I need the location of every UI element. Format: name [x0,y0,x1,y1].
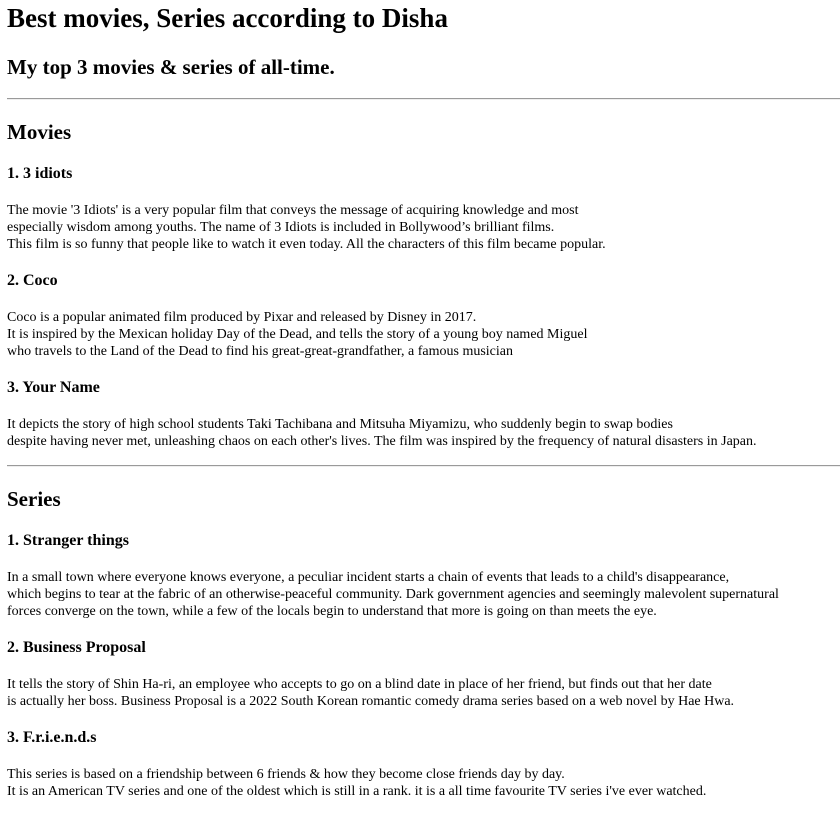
page-tagline: My top 3 movies & series of all-time. [7,55,335,79]
divider-middle [7,465,840,467]
text-line: who travels to the Land of the Dead to f… [7,344,513,359]
text-line: It depicts the story of high school stud… [7,417,673,432]
series-title-1: 1. Stranger things [7,532,129,549]
series-description-3: This series is based on a friendship bet… [7,766,706,800]
text-line: especially wisdom among youths. The name… [7,220,555,235]
movie-description-3: It depicts the story of high school stud… [7,416,757,450]
divider-top [7,98,840,100]
movies-heading: Movies [7,120,72,144]
series-description-1: In a small town where everyone knows eve… [7,569,779,620]
text-line: forces converge on the town, while a few… [7,604,657,619]
text-line: is actually her boss. Business Proposal … [7,694,735,709]
series-title-3: 3. F.r.i.e.n.d.s [7,729,97,746]
movie-title-2: 2. Coco [7,272,58,289]
text-line: It is inspired by the Mexican holiday Da… [7,327,588,342]
text-line: It is an American TV series and one of t… [7,784,707,799]
movie-title-3: 3. Your Name [7,379,100,396]
movie-description-1: The movie '3 Idiots' is a very popular f… [7,202,606,253]
series-description-2: It tells the story of Shin Ha-ri, an emp… [7,676,734,710]
series-heading: Series [7,487,61,511]
page-title: Best movies, Series according to Disha [7,3,448,33]
text-line: This film is so funny that people like t… [7,237,606,252]
text-line: Coco is a popular animated film produced… [7,310,477,325]
text-line: This series is based on a friendship bet… [7,767,565,782]
series-title-2: 2. Business Proposal [7,639,146,656]
movie-description-2: Coco is a popular animated film produced… [7,309,587,360]
text-line: The movie '3 Idiots' is a very popular f… [7,203,579,218]
text-line: It tells the story of Shin Ha-ri, an emp… [7,677,712,692]
text-line: In a small town where everyone knows eve… [7,570,730,585]
text-line: which begins to tear at the fabric of an… [7,587,779,602]
text-line: despite having never met, unleashing cha… [7,434,757,449]
movie-title-1: 1. 3 idiots [7,165,73,182]
